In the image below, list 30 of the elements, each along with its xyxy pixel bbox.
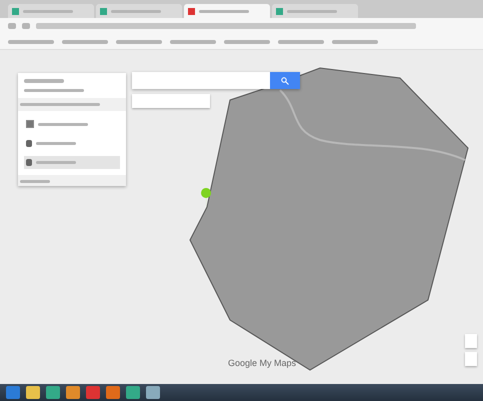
- bookmark-item[interactable]: [8, 40, 54, 44]
- map-toolbar[interactable]: [132, 94, 210, 108]
- bookmark-item[interactable]: [116, 40, 162, 44]
- browser-tab[interactable]: [184, 4, 270, 18]
- zoom-out-button[interactable]: [465, 352, 477, 366]
- bookmark-item[interactable]: [170, 40, 216, 44]
- taskbar-app-icon[interactable]: [46, 386, 60, 399]
- address-bar[interactable]: [36, 23, 416, 29]
- taskbar-app-icon[interactable]: [146, 386, 160, 399]
- browser-tab[interactable]: [96, 4, 182, 18]
- bookmark-item[interactable]: [332, 40, 378, 44]
- bookmark-item[interactable]: [224, 40, 270, 44]
- search-button[interactable]: [270, 72, 300, 89]
- layer-checkbox[interactable]: [26, 120, 34, 128]
- browser-tab[interactable]: [272, 4, 358, 18]
- zoom-in-button[interactable]: [465, 334, 477, 348]
- search-field[interactable]: [132, 72, 300, 89]
- taskbar-app-icon[interactable]: [66, 386, 80, 399]
- polygon-shape[interactable]: [189, 67, 469, 371]
- map-logo: Google My Maps: [228, 358, 296, 368]
- taskbar-app-icon[interactable]: [106, 386, 120, 399]
- taskbar-app-icon[interactable]: [126, 386, 140, 399]
- search-icon: [281, 76, 289, 84]
- bookmark-item[interactable]: [62, 40, 108, 44]
- taskbar-app-icon[interactable]: [86, 386, 100, 399]
- layer-item[interactable]: [24, 156, 120, 169]
- taskbar-app-icon[interactable]: [26, 386, 40, 399]
- taskbar-app-icon[interactable]: [6, 386, 20, 399]
- bookmark-item[interactable]: [278, 40, 324, 44]
- browser-tab[interactable]: [8, 4, 94, 18]
